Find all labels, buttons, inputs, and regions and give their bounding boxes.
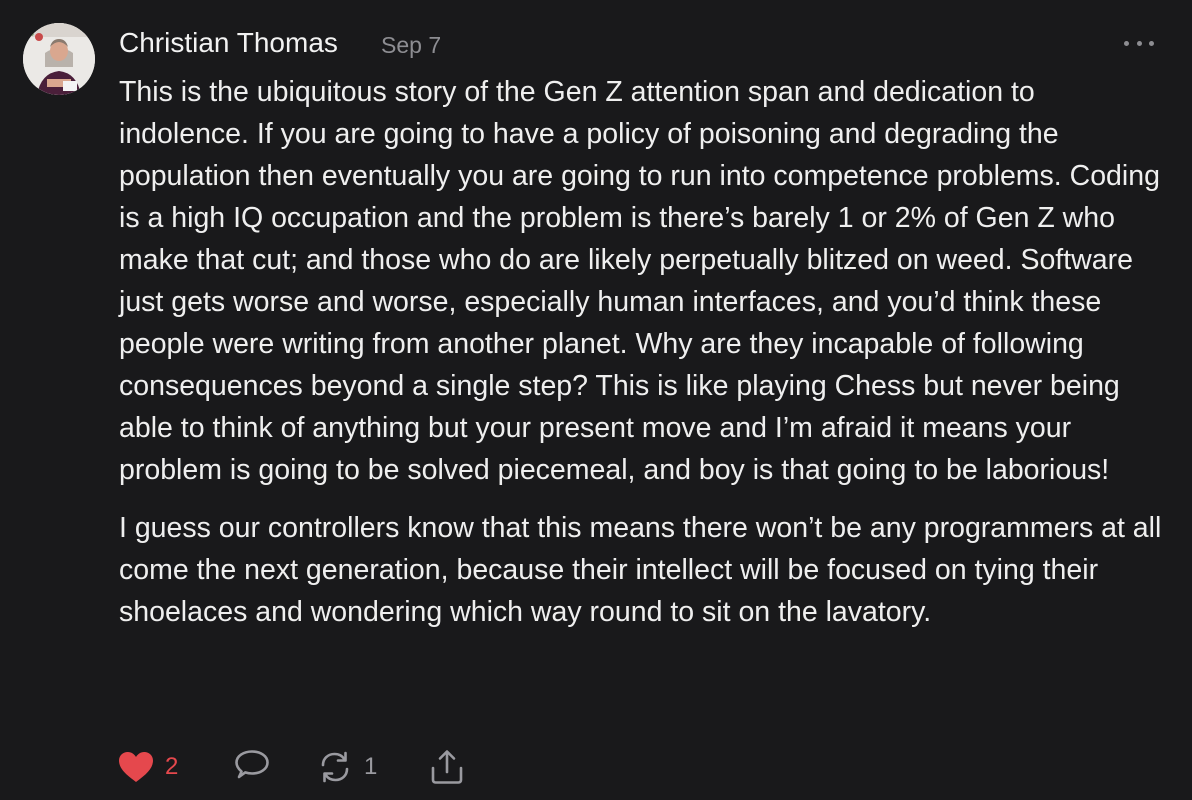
more-options-icon[interactable] bbox=[1124, 34, 1154, 52]
comment-body: This is the ubiquitous story of the Gen … bbox=[119, 71, 1171, 633]
dot bbox=[1136, 40, 1142, 46]
comment-actions: 2 1 bbox=[117, 746, 517, 788]
dot bbox=[1124, 40, 1129, 46]
share-icon bbox=[431, 750, 463, 784]
comment-date[interactable]: Sep 7 bbox=[381, 30, 441, 60]
comment-paragraph: This is the ubiquitous story of the Gen … bbox=[119, 76, 1160, 486]
share-button[interactable] bbox=[429, 746, 465, 788]
like-count: 2 bbox=[165, 753, 179, 780]
reply-bubble-icon bbox=[235, 750, 269, 779]
comment: Christian Thomas Sep 7 This is the ubiqu… bbox=[0, 0, 1192, 800]
author-name[interactable]: Christian Thomas bbox=[119, 26, 338, 60]
reply-button[interactable] bbox=[233, 746, 271, 788]
dot bbox=[1149, 40, 1154, 46]
restack-button[interactable]: 1 bbox=[316, 746, 377, 788]
avatar-photo bbox=[23, 23, 95, 95]
heart-icon bbox=[119, 752, 153, 782]
restack-count: 1 bbox=[364, 753, 378, 780]
comment-paragraph: I guess our controllers know that this m… bbox=[119, 512, 1162, 628]
avatar[interactable] bbox=[23, 23, 95, 95]
restack-icon bbox=[321, 751, 349, 783]
like-button[interactable]: 2 bbox=[117, 746, 178, 788]
